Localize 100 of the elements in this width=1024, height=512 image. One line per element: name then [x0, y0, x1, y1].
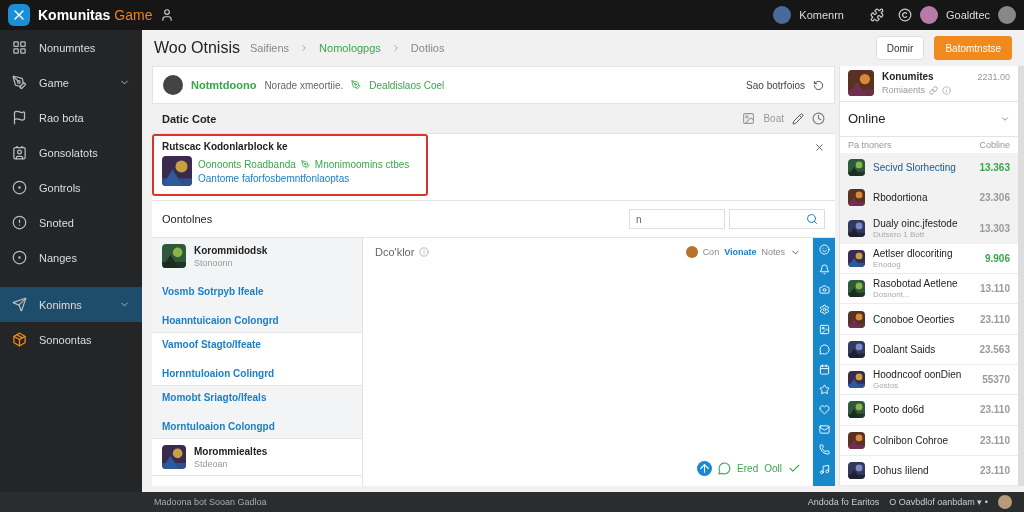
circle-icon	[12, 250, 27, 265]
row-value: 13.303	[979, 222, 1010, 234]
list-link[interactable]: Vosmb Sotrpyb Ifeale	[162, 286, 352, 297]
camera-icon[interactable]	[818, 284, 830, 295]
pen-icon	[12, 75, 27, 90]
sidebar-label: Gonsolatots	[39, 146, 99, 159]
filter-field[interactable]: n	[629, 209, 725, 229]
avatar-icon[interactable]	[773, 6, 792, 24]
sidebar-item[interactable]: Nanges	[0, 240, 142, 275]
image-icon[interactable]	[742, 112, 756, 125]
close-icon[interactable]	[814, 142, 825, 153]
profile-subtitle: Romiaents	[882, 85, 926, 96]
row-subtitle: Enodog	[873, 259, 902, 269]
copyright-icon[interactable]	[897, 8, 912, 22]
phone-icon[interactable]	[818, 444, 830, 455]
status-text: O Oavbdlof oanbdam ▾ •	[889, 497, 988, 507]
section-title: Datic Cote	[162, 112, 217, 125]
profile-text: Norade xmeortiie.	[264, 79, 344, 91]
search-icon	[806, 213, 818, 225]
list-link[interactable]: Hoanntuicaion Colongrd	[162, 315, 352, 326]
online-row[interactable]: Rbodortiona 23.306	[840, 183, 1018, 214]
chat-icon[interactable]	[718, 462, 732, 475]
highlight-title: Rutscac Kodonlarblock ke	[162, 141, 289, 152]
list-link[interactable]: Vamoof Stagto/Ifeate	[162, 339, 352, 350]
list-link[interactable]: Hornntuloaion Colingrd	[162, 368, 352, 379]
sidebar-label: Sonoontas	[39, 333, 93, 346]
row-title: Rasobotad Aetlene	[873, 278, 959, 290]
calendar-icon[interactable]	[818, 364, 830, 375]
row-value: 23.110	[979, 313, 1010, 325]
profile-name: Konumites	[882, 71, 935, 83]
mail-icon[interactable]	[818, 424, 830, 435]
game-subtitle: Stonoonn	[194, 257, 234, 268]
check-icon[interactable]	[788, 462, 801, 475]
chat-user-link[interactable]: Vionate	[724, 247, 757, 257]
avatar-icon[interactable]	[998, 6, 1016, 24]
avatar-icon[interactable]	[998, 495, 1012, 509]
column-header: Cobline	[979, 139, 1010, 150]
row-title: Conoboe Oeorties	[873, 313, 956, 325]
smile-icon[interactable]	[818, 244, 830, 255]
link-icon[interactable]	[929, 85, 939, 95]
puzzle-icon[interactable]	[869, 8, 884, 22]
heart-icon[interactable]	[818, 404, 830, 415]
pencil-icon[interactable]	[792, 112, 804, 125]
list-link[interactable]: Momobt Sriagto/Ifeals	[162, 392, 352, 403]
sidebar-item[interactable]: Nonumntes	[0, 30, 142, 65]
row-subtitle: Gostos	[873, 381, 900, 391]
row-title: Dohus Iilend	[873, 464, 930, 476]
game-title[interactable]: Morommiealtes	[194, 445, 268, 457]
row-title: Aetlser dlocoriting	[873, 247, 954, 259]
chat-user-note: Notes	[761, 247, 785, 257]
sidebar-label: Rao bota	[39, 111, 85, 124]
box-icon	[12, 332, 27, 347]
search-field[interactable]	[729, 209, 825, 229]
page-title: Woo Otnisis	[154, 39, 240, 57]
pen-icon	[300, 159, 310, 169]
row-value: 13.110	[979, 283, 1010, 295]
list-link[interactable]: Morntuloaion Colongpd	[162, 421, 352, 432]
avatar-icon[interactable]	[919, 6, 938, 24]
highlight-link[interactable]: Oantome faforfosbemntfonlaoptas	[198, 172, 410, 184]
gear-icon[interactable]	[818, 304, 830, 315]
status-text: Madoona bot Sooan Gadloa	[154, 497, 267, 507]
sidebar-item[interactable]: Game	[0, 65, 142, 100]
pen-icon	[351, 80, 362, 90]
bell-icon[interactable]	[818, 264, 830, 275]
game-title[interactable]: Korommidodsk	[194, 244, 268, 256]
music-icon[interactable]	[818, 464, 830, 475]
sidebar-item[interactable]: Konimns	[0, 287, 142, 322]
star-icon[interactable]	[818, 384, 830, 395]
row-title: Dualy oinc.jfestode	[873, 217, 959, 229]
sidebar-item[interactable]: Gonsolatots	[0, 135, 142, 170]
game-subtitle: Stdeoan	[194, 458, 229, 469]
sidebar-label: Gontrols	[39, 181, 82, 194]
refresh-icon[interactable]	[813, 79, 824, 91]
sidebar-label: Snoted	[39, 216, 75, 229]
sidebar-item[interactable]: Gontrols	[0, 170, 142, 205]
user-icon[interactable]	[160, 8, 175, 22]
sidebar-item[interactable]: Snoted	[0, 205, 142, 240]
plain-button[interactable]: Domir	[875, 36, 925, 60]
row-value: 23.110	[979, 404, 1010, 416]
online-row[interactable]: Secivd Slorhecting 13.363	[840, 153, 1018, 184]
clock-icon[interactable]	[812, 112, 825, 125]
row-value: 23.306	[979, 192, 1010, 204]
info-icon	[942, 85, 952, 95]
row-title: Colnibon Cohroe	[873, 434, 950, 446]
filter-title: Oontolnes	[162, 213, 213, 225]
chat-user: Con	[702, 247, 720, 257]
send-icon	[12, 297, 27, 312]
flag-icon	[12, 110, 27, 125]
profile-action[interactable]: Sao botrfoios	[746, 79, 805, 91]
row-title: Rbodortiona	[873, 192, 929, 204]
status-text: Andoda fo Earitos	[807, 497, 880, 507]
online-row[interactable]: Dualy oinc.jfestode Dutsero 1 Bott 13.303	[840, 213, 1018, 244]
circle-icon	[12, 180, 27, 195]
sidebar-item[interactable]: Rao bota	[0, 100, 142, 135]
brand-name: Komunitas	[38, 7, 111, 23]
sidebar-item[interactable]: Sonoontas	[0, 322, 142, 357]
logo-icon	[8, 4, 30, 26]
row-title: Pooto do6d	[873, 404, 926, 416]
row-value: 55370	[982, 374, 1010, 386]
row-subtitle: Dutsero 1 Bott	[873, 229, 926, 239]
